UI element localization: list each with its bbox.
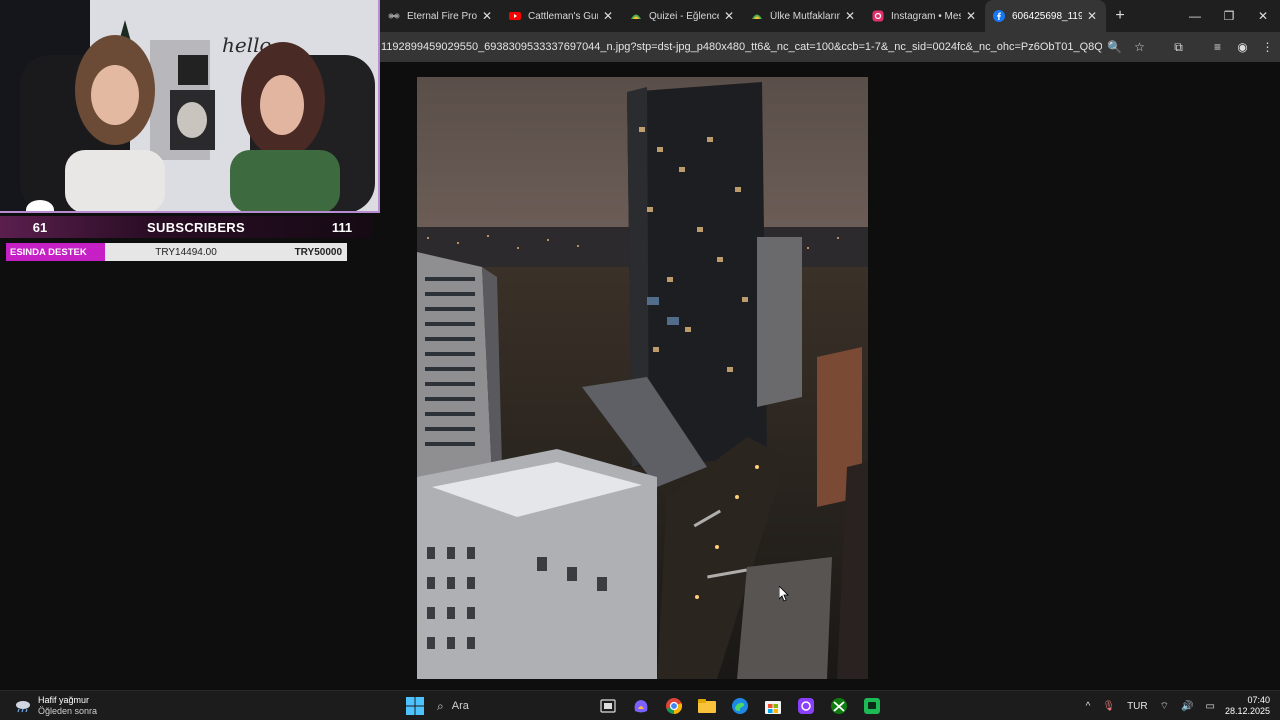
tab-eternal-fire[interactable]: Eternal Fire Pro ✕ [380, 0, 501, 32]
url-field[interactable]: 1192899459029550_6938309533337697044_n.j… [380, 41, 1102, 53]
subscribers-right-count: 111 [331, 219, 353, 235]
media-control-icon[interactable]: ≡ [1205, 40, 1230, 54]
search-icon: ⌕ [437, 698, 444, 713]
tab-facebook-image[interactable]: 606425698_119 ✕ [985, 0, 1106, 32]
streaming-app-icon[interactable] [855, 694, 888, 718]
weather-text: Hafif yağmur Öğleden sonra [38, 695, 97, 717]
subscribers-bar: 61 SUBSCRIBERS 111 [0, 216, 372, 238]
chrome-icon[interactable] [657, 694, 690, 718]
subscribers-label: SUBSCRIBERS [147, 219, 245, 235]
wifi-icon[interactable]: ⌔ [1154, 700, 1175, 713]
copilot-icon[interactable] [624, 694, 657, 718]
menu-kebab-icon[interactable]: ⋮ [1255, 40, 1280, 54]
new-tab-button[interactable]: + [1106, 7, 1134, 25]
subscribers-left-count: 61 [32, 219, 48, 235]
tab-instagram[interactable]: Instagram • Mesa ✕ [864, 0, 985, 32]
browser-tabbar: Eternal Fire Pro ✕ Cattleman's Gun ✕ Qui… [380, 0, 1280, 32]
extensions-icon[interactable]: ⧉ [1166, 40, 1191, 55]
tab-title: Quizei - Eğlence [649, 10, 719, 22]
language-indicator[interactable]: TUR [1121, 701, 1154, 712]
close-window-icon[interactable]: ✕ [1246, 0, 1280, 32]
weather-period: Öğleden sonra [38, 706, 98, 716]
battery-icon[interactable]: ▭ [1200, 701, 1221, 712]
close-icon[interactable]: ✕ [481, 9, 493, 23]
tab-title: Ülke Mutfakların [770, 10, 840, 22]
clock[interactable]: 07:40 28.12.2025 [1221, 695, 1280, 717]
search-placeholder: Ara [451, 700, 469, 712]
rain-cloud-icon [14, 699, 32, 713]
screen: hello 61 SUBSCRIBERS 111 ESINDA DESTEK T… [0, 0, 1280, 720]
tab-title: Eternal Fire Pro [407, 10, 477, 22]
volume-icon[interactable]: 🔊 [1175, 701, 1199, 712]
tab-title: 606425698_119 [1012, 10, 1082, 22]
link-icon [388, 10, 400, 22]
facebook-icon [993, 10, 1005, 22]
city-night-photo[interactable] [417, 77, 868, 679]
close-icon[interactable]: ✕ [723, 9, 735, 23]
donation-goal: TRY50000 [294, 246, 342, 258]
edge-icon[interactable] [723, 694, 756, 718]
close-icon[interactable]: ✕ [602, 9, 614, 23]
mouse-cursor-icon [778, 585, 789, 607]
donation-label: ESINDA DESTEK [6, 243, 105, 261]
profile-icon[interactable]: ◉ [1230, 40, 1255, 54]
webcam-overlay: hello [0, 0, 380, 213]
tab-cattlemans[interactable]: Cattleman's Gun ✕ [501, 0, 622, 32]
task-view-icon[interactable] [591, 694, 624, 718]
tab-quizei[interactable]: Quizei - Eğlence ✕ [622, 0, 743, 32]
chevron-up-icon[interactable]: ^ [1080, 701, 1097, 712]
youtube-icon [509, 10, 521, 22]
xbox-icon[interactable] [822, 694, 855, 718]
taskbar-apps: ⌕ Ara [398, 694, 888, 718]
address-bar: 1192899459029550_6938309533337697044_n.j… [380, 32, 1280, 62]
zoom-icon[interactable]: 🔍 [1102, 40, 1127, 54]
clock-date: 28.12.2025 [1224, 706, 1270, 716]
windows-taskbar: Hafif yağmur Öğleden sonra ⌕ Ara ^ 🎙 TUR… [0, 690, 1280, 720]
weather-condition: Hafif yağmur [38, 695, 90, 705]
tab-title: Instagram • Mesa [891, 10, 961, 22]
close-icon[interactable]: ✕ [1086, 9, 1098, 23]
close-icon[interactable]: ✕ [965, 9, 977, 23]
file-explorer-icon[interactable] [690, 694, 723, 718]
window-controls: — ❐ ✕ [1178, 0, 1280, 32]
instagram-icon [872, 10, 884, 22]
microsoft-store-icon[interactable] [756, 694, 789, 718]
bookmark-star-icon[interactable]: ☆ [1127, 40, 1152, 54]
clock-time: 07:40 [1247, 695, 1270, 705]
microphone-icon[interactable]: 🎙 [1096, 701, 1121, 712]
close-icon[interactable]: ✕ [844, 9, 856, 23]
tab-title: Cattleman's Gun [528, 10, 598, 22]
minimize-icon[interactable]: — [1178, 0, 1212, 32]
donation-current: TRY14494.00 [155, 246, 217, 258]
media-app-icon[interactable] [789, 694, 822, 718]
weather-widget[interactable]: Hafif yağmur Öğleden sonra [14, 695, 97, 717]
system-tray: ^ 🎙 TUR ⌔ 🔊 ▭ 07:40 28.12.2025 [1080, 691, 1280, 720]
donation-goal-bar: ESINDA DESTEK TRY14494.00 TRY50000 [6, 243, 347, 261]
quizei-icon [751, 10, 763, 22]
taskbar-search[interactable]: ⌕ Ara [431, 694, 591, 718]
windows-start-icon[interactable] [398, 694, 431, 718]
quizei-icon [630, 10, 642, 22]
address-bar-icons: 🔍 ☆ ⧉ ≡ ◉ ⋮ [1102, 40, 1280, 55]
restore-icon[interactable]: ❐ [1212, 0, 1246, 32]
tab-ulke-mutfaklari[interactable]: Ülke Mutfakların ✕ [743, 0, 864, 32]
